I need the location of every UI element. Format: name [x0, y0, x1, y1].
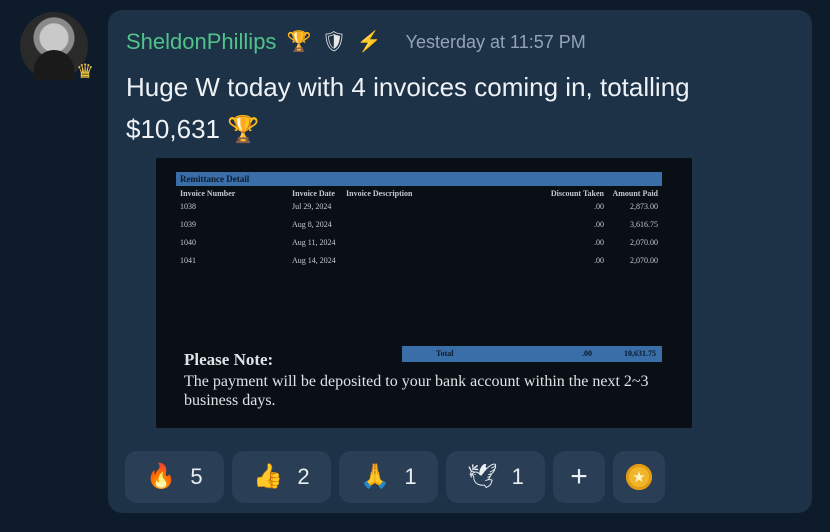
amount-paid: 3,616.75 — [630, 220, 658, 229]
amount-paid: 2,070.00 — [630, 238, 658, 247]
message-card: SheldonPhillips 🏆 🛡 ⚡ Yesterday at 11:57… — [108, 10, 812, 513]
invoice-number: 1038 — [180, 202, 196, 211]
reaction-bar: 🔥 5 👍 2 🙏 1 🕊 1 + ★ — [125, 451, 665, 503]
payment-note: Please Note: The payment will be deposit… — [184, 350, 684, 410]
praying-hands-icon: 🙏 — [360, 463, 391, 490]
message-header: SheldonPhillips 🏆 🛡 ⚡ Yesterday at 11:57… — [126, 28, 586, 56]
reaction-count: 2 — [297, 464, 310, 489]
reaction-dove[interactable]: 🕊 1 — [446, 451, 545, 503]
crown-icon: ♛ — [76, 61, 94, 83]
table-row: 1038 Jul 29, 2024 .00 2,873.00 — [176, 198, 662, 216]
col-invoice-date: Invoice Date — [292, 189, 335, 198]
reaction-thumbs-up[interactable]: 👍 2 — [232, 451, 331, 503]
table-header-row: Invoice Number Invoice Date Invoice Desc… — [176, 186, 662, 198]
invoice-date: Jul 29, 2024 — [292, 202, 332, 211]
invoice-number: 1041 — [180, 256, 196, 265]
discount-taken: .00 — [594, 202, 604, 211]
invoice-description — [342, 198, 510, 216]
amount-paid: 2,070.00 — [630, 256, 658, 265]
note-title: Please Note: — [184, 350, 274, 369]
fire-icon: 🔥 — [146, 463, 177, 490]
invoice-number: 1039 — [180, 220, 196, 229]
col-invoice-number: Invoice Number — [180, 189, 236, 198]
invoice-number: 1040 — [180, 238, 196, 247]
reaction-pray[interactable]: 🙏 1 — [339, 451, 438, 503]
reaction-count: 5 — [190, 464, 203, 489]
invoice-date: Aug 8, 2024 — [292, 220, 332, 229]
invoice-table: Invoice Number Invoice Date Invoice Desc… — [176, 186, 662, 270]
table-row: 1040 Aug 11, 2024 .00 2,070.00 — [176, 234, 662, 252]
avatar[interactable]: ♛ — [20, 12, 94, 82]
discount-taken: .00 — [594, 238, 604, 247]
invoice-description — [342, 234, 510, 252]
document-title: Remittance Detail — [176, 172, 662, 186]
coin-icon: ★ — [626, 464, 652, 490]
message-timestamp: Yesterday at 11:57 PM — [405, 31, 586, 52]
reaction-fire[interactable]: 🔥 5 — [125, 451, 224, 503]
shield-badge-icon: 🛡 — [321, 31, 347, 53]
thumbs-up-icon: 👍 — [253, 463, 284, 490]
add-reaction-button[interactable]: + — [553, 451, 605, 503]
super-reaction-button[interactable]: ★ — [613, 451, 665, 503]
invoice-date: Aug 14, 2024 — [292, 256, 336, 265]
invoice-description — [342, 216, 510, 234]
col-invoice-description: Invoice Description — [346, 189, 413, 198]
username[interactable]: SheldonPhillips — [126, 29, 276, 55]
image-attachment[interactable]: Remittance Detail Invoice Number Invoice… — [156, 158, 692, 428]
discount-taken: .00 — [594, 256, 604, 265]
discount-taken: .00 — [594, 220, 604, 229]
table-row: 1041 Aug 14, 2024 .00 2,070.00 — [176, 252, 662, 270]
reaction-count: 1 — [404, 464, 417, 489]
plus-icon: + — [570, 460, 588, 493]
reaction-count: 1 — [511, 464, 524, 489]
lightning-badge-icon: ⚡ — [356, 31, 382, 53]
col-discount-taken: Discount Taken — [550, 189, 604, 198]
dove-icon: 🕊 — [467, 463, 498, 490]
invoice-date: Aug 11, 2024 — [292, 238, 336, 247]
invoice-description — [342, 252, 510, 270]
amount-paid: 2,873.00 — [630, 202, 658, 211]
trophy-badge-icon: 🏆 — [286, 31, 312, 53]
remittance-document: Remittance Detail Invoice Number Invoice… — [176, 172, 662, 362]
message-text: Huge W today with 4 invoices coming in, … — [126, 72, 690, 144]
col-amount-paid: Amount Paid — [612, 189, 658, 198]
table-row: 1039 Aug 8, 2024 .00 3,616.75 — [176, 216, 662, 234]
note-text: The payment will be deposited to your ba… — [184, 373, 649, 409]
avatar-figure — [34, 50, 74, 80]
